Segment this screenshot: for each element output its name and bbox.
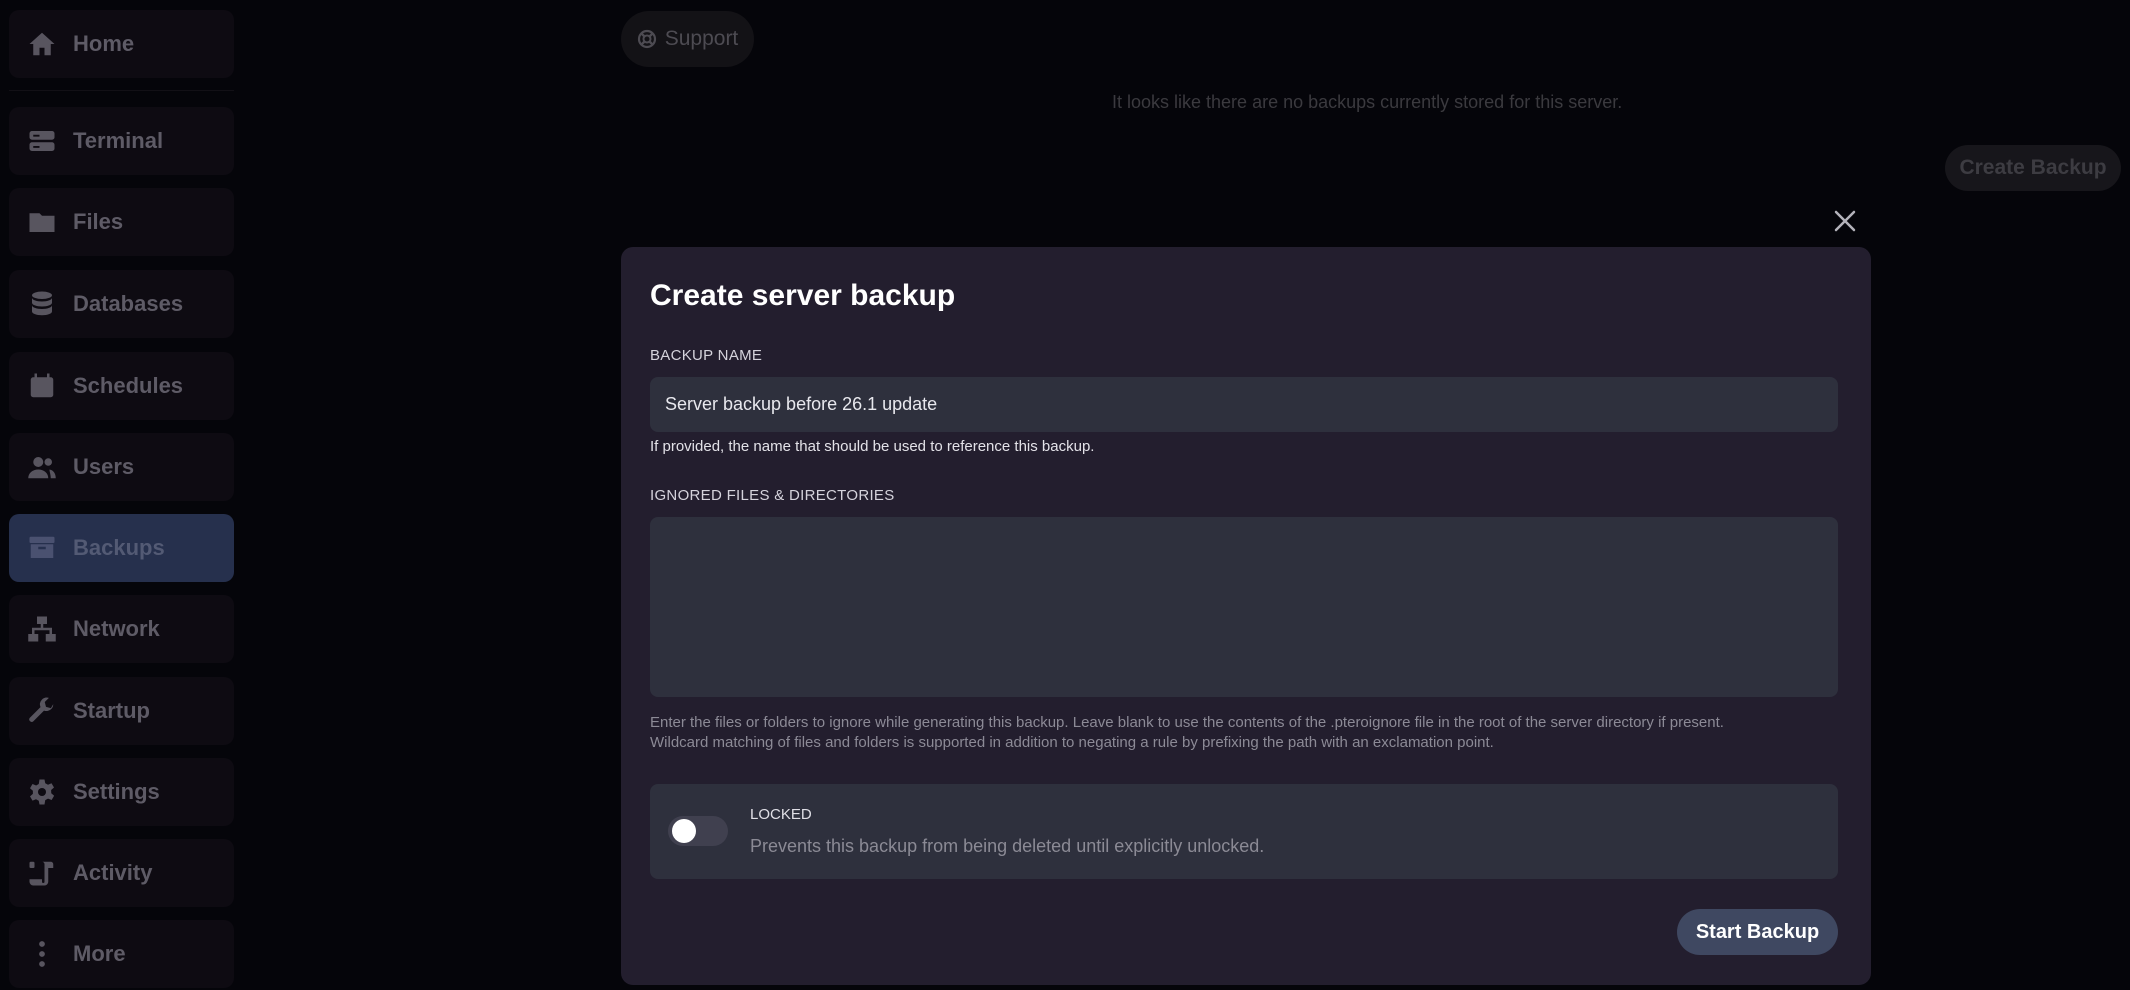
ignored-files-hint: Enter the files or folders to ignore whi… (650, 713, 1838, 753)
users-icon (25, 452, 59, 482)
archive-icon (25, 533, 59, 563)
sidebar-item-label: Terminal (73, 128, 164, 153)
gear-icon (25, 777, 59, 807)
scroll-icon (25, 858, 59, 888)
backup-name-label: BACKUP NAME (650, 347, 763, 364)
terminal-icon (25, 126, 59, 156)
sidebar-item-files[interactable]: Files (9, 188, 234, 256)
sidebar-divider (9, 90, 234, 91)
database-icon (25, 289, 59, 319)
create-backup-button[interactable]: Create Backup (1945, 145, 2121, 191)
sidebar-item-settings[interactable]: Settings (9, 758, 234, 826)
ignored-files-label: IGNORED FILES & DIRECTORIES (650, 487, 895, 504)
ignored-files-hint-line2: Wildcard matching of files and folders i… (650, 734, 1494, 751)
locked-option: LOCKED Prevents this backup from being d… (650, 784, 1838, 879)
locked-title: LOCKED (750, 806, 812, 823)
network-icon (25, 614, 59, 644)
create-backup-modal: Create server backup BACKUP NAME If prov… (621, 247, 1871, 985)
folder-icon (25, 207, 59, 237)
sidebar-item-activity[interactable]: Activity (9, 839, 234, 907)
sidebar-item-label: Startup (73, 698, 150, 723)
sidebar-item-label: More (73, 941, 126, 966)
sidebar-item-label: Home (73, 31, 135, 56)
sidebar-item-label: Schedules (73, 373, 184, 398)
sidebar-item-backups[interactable]: Backups (9, 514, 234, 582)
sidebar-item-label: Activity (73, 860, 153, 885)
support-label: Support (664, 27, 739, 50)
sidebar-item-databases[interactable]: Databases (9, 270, 234, 338)
close-icon[interactable] (1832, 208, 1858, 234)
toggle-knob (672, 819, 696, 843)
sidebar-item-network[interactable]: Network (9, 595, 234, 663)
sidebar-item-schedules[interactable]: Schedules (9, 352, 234, 420)
sidebar-item-label: Backups (73, 535, 165, 560)
calendar-icon (25, 371, 59, 401)
locked-toggle[interactable] (668, 816, 728, 846)
more-vertical-icon (25, 939, 59, 969)
empty-backups-message: It looks like there are no backups curre… (1112, 92, 1623, 112)
ignored-files-textarea[interactable] (650, 517, 1838, 697)
sidebar-item-terminal[interactable]: Terminal (9, 107, 234, 175)
locked-description: Prevents this backup from being deleted … (750, 836, 1265, 856)
sidebar-item-home[interactable]: Home (9, 10, 234, 78)
modal-title: Create server backup (650, 279, 956, 312)
sidebar-item-label: Settings (73, 779, 160, 804)
ignored-files-hint-line1: Enter the files or folders to ignore whi… (650, 714, 1724, 731)
sidebar-item-more[interactable]: More (9, 920, 234, 988)
sidebar-item-label: Files (73, 209, 124, 234)
sidebar-item-label: Users (73, 454, 135, 479)
lifebuoy-icon (637, 29, 656, 49)
sidebar-item-label: Databases (73, 291, 184, 316)
backup-name-input[interactable] (650, 377, 1838, 432)
sidebar-item-label: Network (73, 616, 160, 641)
sidebar-item-startup[interactable]: Startup (9, 677, 234, 745)
wrench-icon (25, 696, 59, 726)
sidebar-item-users[interactable]: Users (9, 433, 234, 501)
support-button[interactable]: Support (621, 11, 754, 67)
start-backup-button[interactable]: Start Backup (1677, 909, 1838, 955)
backup-name-helper: If provided, the name that should be use… (650, 438, 1095, 455)
home-icon (25, 29, 59, 59)
